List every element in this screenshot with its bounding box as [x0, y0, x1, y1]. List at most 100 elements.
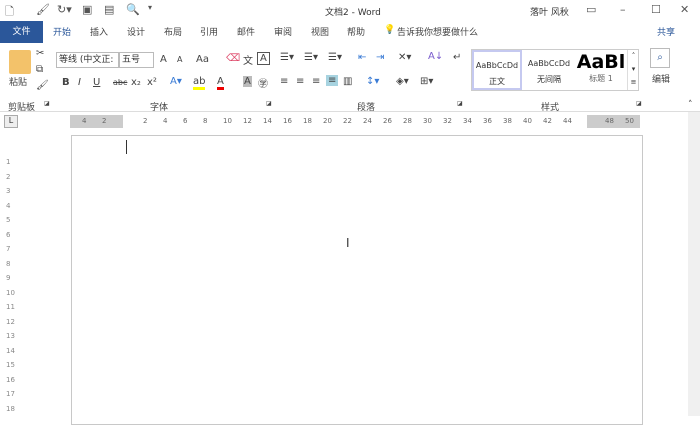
vruler-number: 14 [6, 346, 15, 355]
picture-icon[interactable]: ▣ [82, 3, 92, 16]
line-spacing-icon[interactable]: ↕▾ [366, 76, 379, 87]
sort-icon[interactable]: A↓ [428, 51, 443, 62]
vruler-number: 5 [6, 216, 11, 224]
vruler-number: 15 [6, 361, 15, 369]
vruler-number: 4 [6, 201, 11, 210]
borders-icon[interactable]: ⊞▾ [420, 76, 433, 87]
collapse-ribbon-icon[interactable]: ˄ [688, 100, 693, 110]
style-no-spacing[interactable]: AaBbCcDd 无间隔 [524, 50, 574, 90]
shrink-font-button[interactable]: A [177, 55, 182, 64]
text-cursor [126, 140, 127, 154]
vertical-scrollbar[interactable] [688, 112, 700, 416]
editing-button[interactable]: 编辑 [652, 72, 670, 85]
grow-font-button[interactable]: A [160, 54, 167, 65]
styles-scroll[interactable]: ˄ ▾ ≡ [627, 50, 639, 90]
ruler-number: 38 [503, 117, 512, 125]
tab-mailings[interactable]: 邮件 [237, 25, 255, 38]
tab-references[interactable]: 引用 [200, 25, 218, 38]
horizontal-ruler[interactable]: 4 2 2 4 6 8 10 12 14 16 18 20 22 24 26 28 30 32 34 36 38 40 42… [70, 115, 640, 128]
superscript-button[interactable]: x² [147, 77, 157, 88]
ruler-number: 6 [183, 117, 188, 125]
decrease-indent-icon[interactable]: ⇤ [358, 52, 366, 63]
format-painter-icon[interactable]: 🖌 [36, 3, 50, 16]
ruler-number: 34 [463, 117, 472, 125]
paste-icon[interactable] [9, 50, 31, 74]
ruler-number: 18 [303, 117, 312, 125]
ruler-number: 4 [163, 117, 168, 125]
tab-design[interactable]: 设计 [127, 25, 145, 38]
ruler-number: 4 [82, 117, 87, 125]
insert-icon[interactable]: ▤ [104, 3, 114, 16]
clear-format-icon[interactable]: ⌫ [226, 53, 240, 64]
find-icon[interactable]: ⌕ [650, 48, 670, 68]
tab-stop-selector[interactable]: L [4, 115, 18, 128]
customize-icon[interactable]: ▾ [148, 3, 152, 12]
align-right-icon[interactable]: ≡ [312, 76, 320, 87]
ruler-number: 26 [383, 117, 392, 125]
tell-me-input[interactable]: 告诉我你想要做什么 [397, 25, 478, 38]
close-icon[interactable]: ✕ [680, 3, 689, 16]
tab-home[interactable]: 开始 [53, 25, 71, 38]
shading-icon[interactable]: ◈▾ [396, 76, 409, 87]
ruler-number: 30 [423, 117, 432, 125]
vertical-ruler[interactable]: 1 2 3 4 5 6 7 8 9 10 11 12 13 14 15 16 17 18 [0, 130, 20, 416]
ruler-number: 14 [263, 117, 272, 125]
show-marks-icon[interactable]: ↵ [453, 52, 461, 63]
redo-icon[interactable]: ↻▾ [57, 3, 72, 16]
ibeam-cursor-icon: I [346, 236, 350, 250]
underline-button[interactable]: U [93, 77, 100, 88]
cut-icon[interactable]: ✂ [36, 48, 44, 59]
ruler-number: 20 [323, 117, 332, 125]
increase-indent-icon[interactable]: ⇥ [376, 52, 384, 63]
align-center-icon[interactable]: ≡ [296, 76, 304, 87]
tab-layout[interactable]: 布局 [164, 25, 182, 38]
style-preview: AaBl [576, 51, 626, 73]
font-launcher-icon[interactable]: ◪ [266, 100, 272, 107]
numbering-icon[interactable]: ☰▾ [304, 52, 318, 63]
vruler-number: 13 [6, 332, 15, 340]
font-name-select[interactable]: 等线 (中文正: [56, 52, 119, 68]
chinese-layout-icon[interactable]: ✕▾ [398, 52, 411, 63]
enclose-char-icon[interactable]: ㊫ [258, 75, 268, 90]
italic-button[interactable]: I [78, 77, 81, 88]
bullets-icon[interactable]: ☰▾ [280, 52, 294, 63]
style-preview: AaBbCcDd [475, 61, 519, 70]
font-color-icon[interactable]: A [217, 76, 224, 90]
justify-icon[interactable]: ≡ [326, 75, 339, 86]
multilevel-icon[interactable]: ☰▾ [328, 52, 342, 63]
new-doc-icon[interactable]: 🗋 [5, 3, 14, 22]
tab-view[interactable]: 视图 [311, 25, 329, 38]
user-name[interactable]: 落叶 风秋 [530, 5, 569, 18]
highlight-icon[interactable]: ab [193, 76, 206, 90]
font-size-select[interactable]: 五号 [119, 52, 154, 68]
maximize-icon[interactable]: ☐ [651, 3, 661, 16]
tab-review[interactable]: 审阅 [274, 25, 292, 38]
style-normal[interactable]: AaBbCcDd 正文 [472, 50, 522, 90]
paragraph-launcher-icon[interactable]: ◪ [457, 100, 463, 107]
ribbon-display-icon[interactable]: ▭ [586, 3, 596, 16]
print-preview-icon[interactable]: 🔍 [126, 3, 140, 16]
tab-insert[interactable]: 插入 [90, 25, 108, 38]
share-button[interactable]: 共享 [657, 25, 675, 38]
char-border-icon[interactable]: A [257, 52, 270, 65]
styles-launcher-icon[interactable]: ◪ [636, 100, 642, 107]
char-shading-icon[interactable]: A [243, 76, 252, 87]
strikethrough-button[interactable]: abc [113, 78, 127, 87]
ruler-number: 50 [625, 117, 634, 125]
clipboard-launcher-icon[interactable]: ◪ [44, 100, 50, 107]
document-page[interactable]: I [71, 135, 643, 425]
style-heading-1[interactable]: AaBl 标题 1 [576, 50, 626, 90]
bold-button[interactable]: B [62, 77, 70, 88]
tab-help[interactable]: 帮助 [347, 25, 365, 38]
phonetic-guide-icon[interactable]: 文 [243, 52, 253, 67]
align-left-icon[interactable]: ≡ [280, 76, 288, 87]
lightbulb-icon: 💡 [384, 25, 396, 35]
paste-button[interactable]: 粘贴 [9, 75, 27, 88]
copy-icon[interactable]: ⧉ [36, 64, 43, 75]
change-case-button[interactable]: Aa [196, 54, 209, 65]
distributed-icon[interactable]: ▥ [343, 76, 352, 87]
text-effects-icon[interactable]: A▾ [170, 76, 182, 87]
minimize-icon[interactable]: – [620, 3, 626, 16]
format-painter-icon[interactable]: 🖌 [36, 80, 49, 91]
subscript-button[interactable]: x₂ [131, 77, 141, 88]
